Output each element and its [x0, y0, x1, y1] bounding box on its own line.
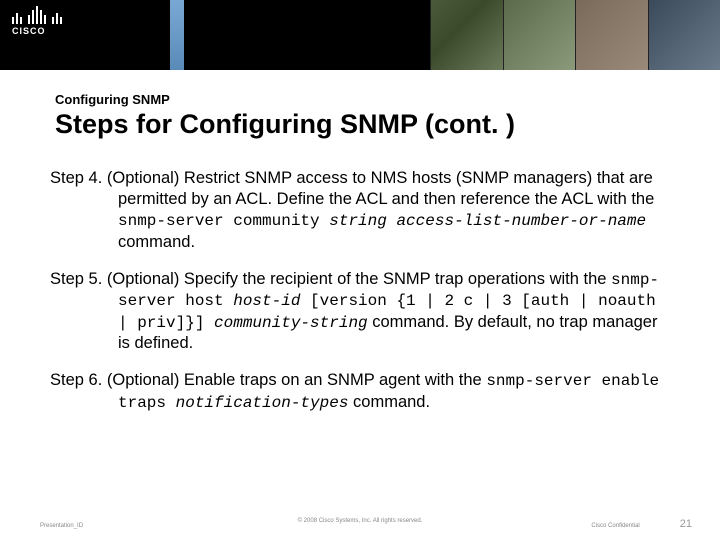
step-4-code-2: string access-list-number-or-name: [320, 212, 646, 230]
photo-1: [430, 0, 503, 70]
step-6-text-b: command.: [348, 393, 430, 411]
top-bar: CISCO: [0, 0, 720, 70]
photo-2: [503, 0, 576, 70]
photo-3: [575, 0, 648, 70]
photo-4: [648, 0, 720, 70]
step-4-code-1: snmp-server community: [118, 212, 320, 230]
section-label: Configuring SNMP: [55, 92, 675, 107]
logo-text: CISCO: [12, 26, 62, 36]
step-5-text-a: (Optional) Specify the recipient of the …: [107, 270, 611, 288]
footer-center: © 2008 Cisco Systems, Inc. All rights re…: [298, 518, 423, 524]
page-number: 21: [680, 518, 692, 530]
step-4-lead: Step 4.: [50, 169, 102, 187]
step-4-text-a: (Optional) Restrict SNMP access to NMS h…: [107, 169, 654, 208]
step-6-lead: Step 6.: [50, 371, 102, 389]
step-5-lead: Step 5.: [50, 270, 102, 288]
step-5: Step 5. (Optional) Specify the recipient…: [50, 269, 670, 355]
step-6-text-a: (Optional) Enable traps on an SNMP agent…: [107, 371, 486, 389]
step-5-code-2i: community-string: [214, 314, 368, 332]
photo-strip: [430, 0, 720, 70]
header-block: Configuring SNMP Steps for Configuring S…: [0, 70, 720, 150]
content-area: Step 4. (Optional) Restrict SNMP access …: [0, 150, 720, 413]
step-6-code-1i: notification-types: [176, 394, 349, 412]
footer-confidential: Cisco Confidential: [591, 523, 639, 529]
step-4-text-b: command.: [118, 233, 195, 251]
accent-stripe: [170, 0, 184, 70]
step-4: Step 4. (Optional) Restrict SNMP access …: [50, 168, 670, 253]
footer: Presentation_ID © 2008 Cisco Systems, In…: [0, 518, 720, 530]
cisco-logo: CISCO: [12, 6, 62, 36]
footer-left: Presentation_ID: [40, 523, 83, 529]
step-5-code-1i: host-id: [233, 292, 300, 310]
logo-bars-icon: [12, 6, 62, 24]
slide-title: Steps for Configuring SNMP (cont. ): [55, 109, 675, 140]
step-6: Step 6. (Optional) Enable traps on an SN…: [50, 370, 670, 413]
